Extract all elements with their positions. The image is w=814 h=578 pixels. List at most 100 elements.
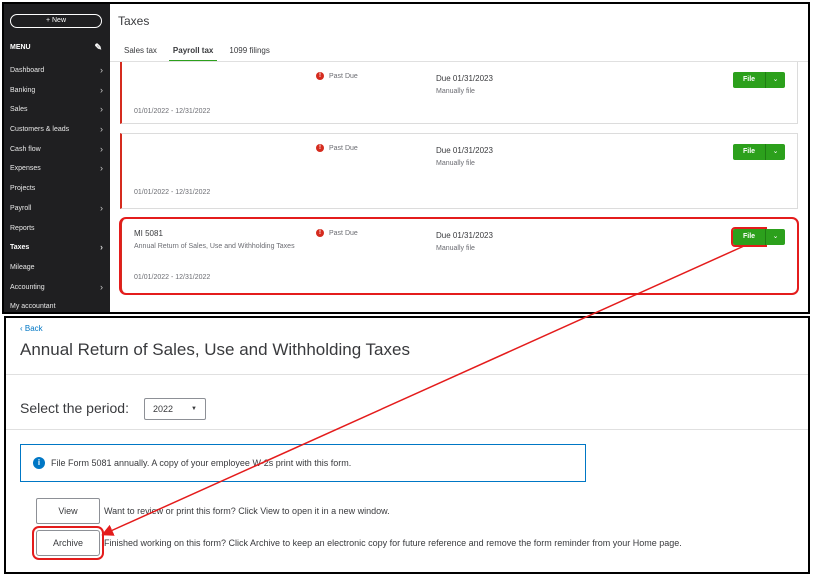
back-link[interactable]: ‹ Back — [20, 324, 43, 333]
sidebar: + New MENU ✎ Dashboard › Banking › Sales › Cus… — [4, 4, 110, 312]
period-divider — [6, 429, 808, 430]
sidebar-item-expenses[interactable]: Expenses › — [4, 159, 110, 179]
alert-icon: ! — [316, 144, 324, 152]
info-text: File Form 5081 annually. A copy of your … — [51, 458, 352, 468]
sidebar-item-label: My accountant — [10, 303, 56, 311]
file-button[interactable]: File — [731, 227, 767, 247]
sidebar-item-payroll[interactable]: Payroll › — [4, 199, 110, 219]
chevron-right-icon: › — [100, 84, 103, 95]
sidebar-item-label: Mileage — [10, 263, 35, 271]
sidebar-item-mileage[interactable]: Mileage — [4, 258, 110, 278]
chevron-right-icon: › — [100, 143, 103, 154]
file-button[interactable]: File — [733, 144, 765, 160]
view-row: View Want to review or print this form? … — [36, 498, 390, 524]
sidebar-item-reports[interactable]: Reports — [4, 219, 110, 239]
sidebar-item-customers-leads[interactable]: Customers & leads › — [4, 120, 110, 140]
filing-method: Manually file — [436, 160, 475, 167]
archive-row: Archive Finished working on this form? C… — [32, 526, 682, 560]
sidebar-item-banking[interactable]: Banking › — [4, 81, 110, 101]
file-button-group: File ⌄ — [733, 144, 785, 160]
period-label: Select the period: — [20, 400, 129, 416]
filing-method: Manually file — [436, 245, 475, 252]
archive-description: Finished working on this form? Click Arc… — [104, 538, 682, 548]
tab-1099-filings[interactable]: 1099 filings — [229, 44, 269, 62]
menu-header: MENU ✎ — [10, 42, 104, 53]
chevron-down-icon[interactable]: ⌄ — [765, 144, 785, 160]
filing-method: Manually file — [436, 88, 475, 95]
caret-down-icon: ▼ — [191, 406, 197, 412]
chevron-right-icon: › — [100, 124, 103, 135]
sidebar-nav: Dashboard › Banking › Sales › Customers & lead… — [4, 61, 110, 312]
alert-icon: ! — [316, 229, 324, 237]
chevron-down-icon[interactable]: ⌄ — [765, 72, 785, 88]
form-period: 01/01/2022 - 12/31/2022 — [134, 274, 211, 281]
file-button-group: File ⌄ — [733, 72, 785, 88]
chevron-right-icon: › — [100, 65, 103, 75]
tab-payroll-tax[interactable]: Payroll tax — [168, 44, 218, 62]
tax-card-list: 01/01/2022 - 12/31/2022! Past Due Due 01/3… — [119, 62, 799, 303]
sidebar-item-label: Sales — [10, 106, 28, 114]
sidebar-item-projects[interactable]: Projects — [4, 179, 110, 199]
tax-form-card: 01/01/2022 - 12/31/2022! Past Due Due 01/3… — [120, 62, 798, 124]
view-description: Want to review or print this form? Click… — [104, 506, 390, 516]
tax-tabs: Sales tax Payroll tax 1099 filings — [124, 44, 270, 62]
status-text: Past Due — [329, 229, 358, 237]
sidebar-item-label: Taxes — [10, 244, 30, 252]
sidebar-item-label: Expenses — [10, 165, 41, 173]
sidebar-item-label: Banking — [10, 86, 36, 94]
status-text: Past Due — [329, 72, 358, 80]
sidebar-item-label: Customers & leads — [10, 126, 70, 134]
due-date: Due 01/31/2023 — [436, 74, 493, 83]
sidebar-item-label: Projects — [10, 185, 36, 193]
form-period: 01/01/2022 - 12/31/2022 — [134, 189, 211, 196]
period-value: 2022 — [153, 404, 174, 414]
tax-form-card: MI 5081 Annual Return of Sales, Use and W… — [119, 217, 799, 295]
chevron-right-icon: › — [100, 281, 103, 292]
sidebar-item-cash-flow[interactable]: Cash flow › — [4, 140, 110, 160]
form-detail-screen: ‹ Back Annual Return of Sales, Use and W… — [4, 316, 810, 574]
sidebar-item-label: Cash flow — [10, 145, 41, 153]
view-button[interactable]: View — [36, 498, 100, 524]
sidebar-item-label: Dashboard — [10, 67, 45, 74]
back-label: Back — [24, 324, 43, 333]
new-button[interactable]: + New — [10, 14, 102, 28]
info-banner: i File Form 5081 annually. A copy of you… — [20, 444, 586, 482]
tax-form-card: 01/01/2022 - 12/31/2022! Past Due Due 01/3… — [120, 133, 798, 209]
form-description: Annual Return of Sales, Use and Withhold… — [134, 243, 295, 250]
sidebar-item-dashboard[interactable]: Dashboard › — [4, 61, 110, 81]
tab-sales-tax[interactable]: Sales tax — [124, 44, 157, 62]
chevron-right-icon: › — [100, 242, 103, 253]
sidebar-item-accounting[interactable]: Accounting › — [4, 278, 110, 298]
chevron-right-icon: › — [100, 163, 103, 174]
archive-button[interactable]: Archive — [32, 526, 104, 560]
due-date: Due 01/31/2023 — [436, 146, 493, 155]
sidebar-item-taxes[interactable]: Taxes › — [4, 238, 110, 258]
info-icon: i — [33, 457, 45, 469]
sidebar-item-my-accountant[interactable]: My accountant — [4, 297, 110, 312]
sidebar-item-label: Accounting — [10, 283, 45, 291]
page-title: Taxes — [118, 14, 150, 28]
menu-label: MENU — [10, 44, 31, 51]
status-badge: ! Past Due — [316, 229, 358, 237]
title-divider — [6, 374, 808, 375]
alert-icon: ! — [316, 72, 324, 80]
chevron-right-icon: › — [100, 104, 103, 115]
status-text: Past Due — [329, 144, 358, 152]
status-badge: ! Past Due — [316, 144, 358, 152]
due-date: Due 01/31/2023 — [436, 231, 493, 240]
form-period: 01/01/2022 - 12/31/2022 — [134, 108, 211, 115]
form-name: MI 5081 — [134, 229, 163, 238]
form-title: Annual Return of Sales, Use and Withhold… — [20, 340, 410, 359]
file-button[interactable]: File — [733, 72, 765, 88]
chevron-down-icon[interactable]: ⌄ — [765, 229, 785, 245]
sidebar-item-label: Payroll — [10, 204, 32, 212]
period-select[interactable]: 2022 ▼ — [144, 398, 206, 420]
sidebar-item-label: Reports — [10, 224, 35, 232]
chevron-right-icon: › — [100, 202, 103, 213]
file-button-group: File ⌄ — [731, 227, 785, 247]
sidebar-item-sales[interactable]: Sales › — [4, 100, 110, 120]
taxes-main: Taxes Sales tax Payroll tax 1099 filings 0… — [110, 4, 808, 312]
status-badge: ! Past Due — [316, 72, 358, 80]
taxes-screen: + New MENU ✎ Dashboard › Banking › Sales › Cus… — [2, 2, 810, 314]
pencil-icon[interactable]: ✎ — [94, 42, 102, 53]
